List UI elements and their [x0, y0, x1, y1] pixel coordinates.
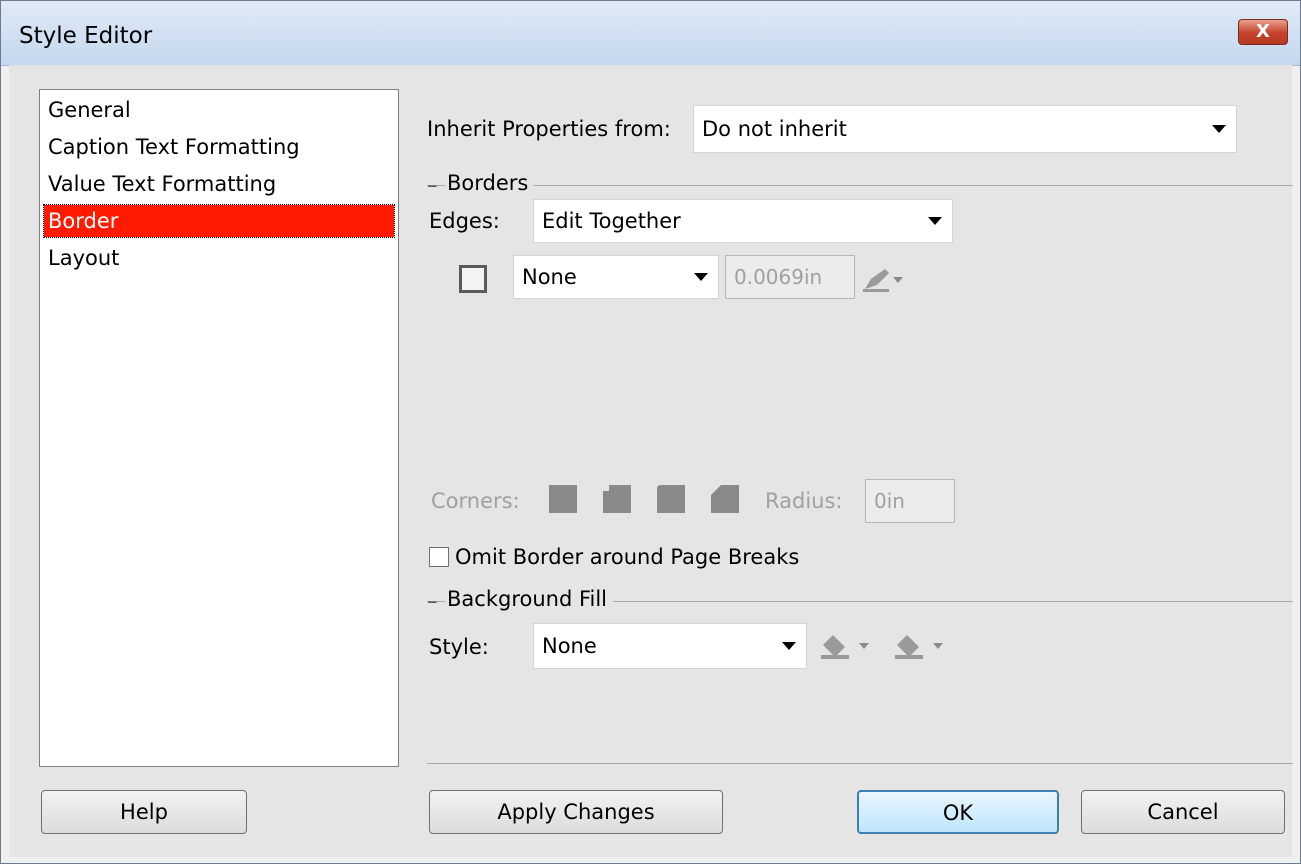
- edges-dropdown[interactable]: Edit Together: [533, 199, 953, 243]
- background-style-dropdown[interactable]: None: [533, 623, 807, 669]
- square-corner-icon[interactable]: [549, 485, 577, 513]
- close-icon: X: [1256, 21, 1270, 42]
- inherit-value: Do not inherit: [702, 117, 847, 141]
- borders-group-line: [427, 185, 1293, 186]
- rounded-corner-icon[interactable]: [603, 485, 631, 519]
- radius-field[interactable]: 0in: [865, 479, 955, 523]
- category-item-general[interactable]: General: [44, 94, 394, 126]
- pattern-color-button[interactable]: [893, 631, 953, 661]
- line-style-value: None: [522, 265, 577, 289]
- corners-label: Corners:: [431, 489, 520, 513]
- borders-group-title: Borders: [445, 171, 535, 195]
- paint-bucket-icon: [821, 635, 869, 659]
- help-button[interactable]: Help: [41, 790, 247, 834]
- background-style-value: None: [542, 634, 597, 658]
- bevel-corner-icon[interactable]: [711, 485, 739, 519]
- close-button[interactable]: X: [1238, 19, 1288, 45]
- group-dash: –: [427, 173, 438, 197]
- omit-border-checkbox[interactable]: [429, 547, 449, 567]
- inherit-label: Inherit Properties from:: [427, 117, 671, 141]
- ok-button[interactable]: OK: [857, 790, 1059, 834]
- apply-changes-button[interactable]: Apply Changes: [429, 790, 723, 834]
- paint-bucket-icon: [895, 635, 943, 659]
- title-bar: Style Editor X: [1, 1, 1300, 66]
- chevron-down-icon: [1212, 125, 1226, 133]
- inset-corner-icon[interactable]: [657, 485, 685, 519]
- category-item-border[interactable]: Border: [43, 204, 395, 238]
- footer-separator: [427, 763, 1293, 764]
- dialog-title: Style Editor: [19, 23, 153, 49]
- border-width-field[interactable]: 0.0069in: [725, 255, 855, 299]
- chevron-down-icon: [694, 273, 708, 281]
- background-group-title: Background Fill: [445, 587, 614, 611]
- edges-label: Edges:: [429, 209, 500, 233]
- omit-border-label[interactable]: Omit Border around Page Breaks: [455, 545, 799, 569]
- radius-label: Radius:: [765, 489, 843, 513]
- pen-color-icon: [863, 269, 903, 292]
- border-width-value: 0.0069in: [734, 265, 823, 289]
- fill-color-button[interactable]: [819, 631, 879, 661]
- category-item-value-text-formatting[interactable]: Value Text Formatting: [44, 168, 394, 200]
- group-dash: –: [427, 589, 438, 613]
- style-editor-dialog: Style Editor X General Caption Text Form…: [0, 0, 1301, 864]
- cancel-button[interactable]: Cancel: [1081, 790, 1285, 834]
- border-preview-square-icon[interactable]: [459, 265, 487, 293]
- edges-value: Edit Together: [542, 209, 681, 233]
- background-style-label: Style:: [429, 635, 489, 659]
- category-list[interactable]: General Caption Text Formatting Value Te…: [39, 89, 399, 767]
- inherit-dropdown[interactable]: Do not inherit: [693, 105, 1237, 153]
- chevron-down-icon: [928, 217, 942, 225]
- radius-value: 0in: [874, 489, 905, 513]
- dialog-body: General Caption Text Formatting Value Te…: [9, 65, 1293, 857]
- category-item-caption-text-formatting[interactable]: Caption Text Formatting: [44, 131, 394, 163]
- category-item-layout[interactable]: Layout: [44, 242, 394, 274]
- chevron-down-icon: [782, 642, 796, 650]
- line-style-dropdown[interactable]: None: [513, 255, 719, 299]
- border-color-button[interactable]: [861, 265, 905, 293]
